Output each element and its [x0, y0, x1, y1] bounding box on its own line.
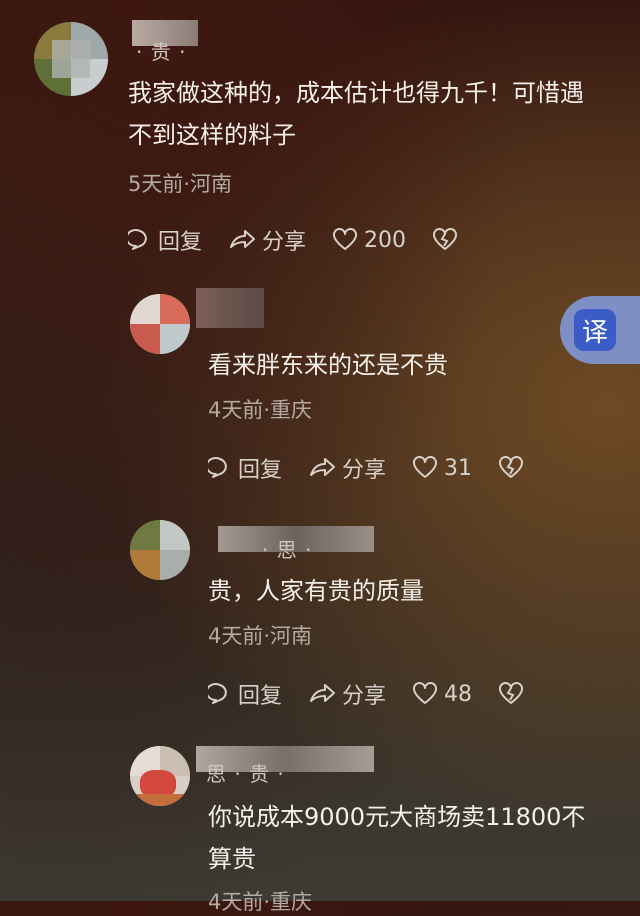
comment-text-line: 不到这样的料子: [128, 121, 296, 149]
like-button[interactable]: 48: [412, 682, 472, 707]
comment-text-line: 算贵: [208, 845, 256, 873]
comment-text: 我家做这种的，成本估计也得九千！可惜遇 不到这样的料子: [128, 72, 608, 156]
reply-label: 回复: [238, 684, 283, 709]
avatar[interactable]: [130, 746, 190, 806]
comment-actions: 回复 分享 31: [208, 452, 556, 484]
heart-icon: [333, 228, 358, 250]
comment-actions: 回复 分享 200: [128, 224, 490, 256]
comment-text: 你说成本9000元大商场卖11800不 算贵: [208, 796, 640, 880]
username-fragment: · 贵 ·: [136, 40, 187, 64]
broken-heart-icon: [499, 682, 524, 704]
avatar[interactable]: [130, 520, 190, 580]
reply-button[interactable]: 回复: [128, 224, 202, 256]
broken-heart-icon: [499, 456, 524, 478]
comment-text-line: 贵，人家有贵的质量: [208, 577, 424, 605]
like-button[interactable]: 31: [412, 456, 472, 481]
reply-label: 回复: [158, 230, 203, 255]
comment-text: 看来胖东来的还是不贵: [208, 344, 640, 386]
share-icon: [310, 458, 336, 476]
like-count: 31: [444, 455, 473, 481]
share-label: 分享: [342, 684, 387, 709]
reply-button[interactable]: 回复: [208, 452, 282, 484]
like-count: 200: [364, 227, 407, 253]
share-button[interactable]: 分享: [308, 452, 386, 484]
like-count: 48: [444, 681, 473, 707]
share-label: 分享: [262, 230, 307, 255]
comment-meta: 4天前·重庆: [208, 890, 313, 914]
comment-text-line: 看来胖东来的还是不贵: [208, 351, 448, 379]
dislike-button[interactable]: [498, 456, 530, 480]
username-blurred[interactable]: [196, 288, 264, 328]
reply-icon: [128, 229, 147, 250]
comment-meta: 4天前·重庆: [208, 398, 313, 422]
comment-text-line: 我家做这种的，成本估计也得九千！可惜遇: [128, 79, 584, 107]
reply-label: 回复: [238, 458, 283, 483]
avatar[interactable]: [34, 22, 108, 96]
share-label: 分享: [342, 458, 387, 483]
username-fragment: · 思 ·: [262, 538, 313, 562]
avatar[interactable]: [130, 294, 190, 354]
share-button[interactable]: 分享: [308, 678, 386, 710]
comment-meta: 5天前·河南: [128, 172, 233, 196]
heart-icon: [413, 682, 438, 704]
like-button[interactable]: 200: [332, 228, 406, 253]
share-icon: [310, 684, 336, 702]
comment-text: 贵，人家有贵的质量: [208, 570, 640, 612]
reply-icon: [208, 683, 227, 704]
username-fragment: 思 · 贵 ·: [206, 762, 285, 786]
comment-actions: 回复 分享 48: [208, 678, 556, 710]
reply-icon: [208, 457, 227, 478]
reply-button[interactable]: 回复: [208, 678, 282, 710]
broken-heart-icon: [433, 228, 458, 250]
share-button[interactable]: 分享: [228, 224, 306, 256]
dislike-button[interactable]: [498, 682, 530, 706]
comment-meta: 4天前·河南: [208, 624, 313, 648]
dislike-button[interactable]: [432, 228, 464, 252]
share-icon: [230, 230, 256, 248]
comment-text-line: 你说成本9000元大商场卖11800不: [208, 803, 586, 831]
heart-icon: [413, 456, 438, 478]
